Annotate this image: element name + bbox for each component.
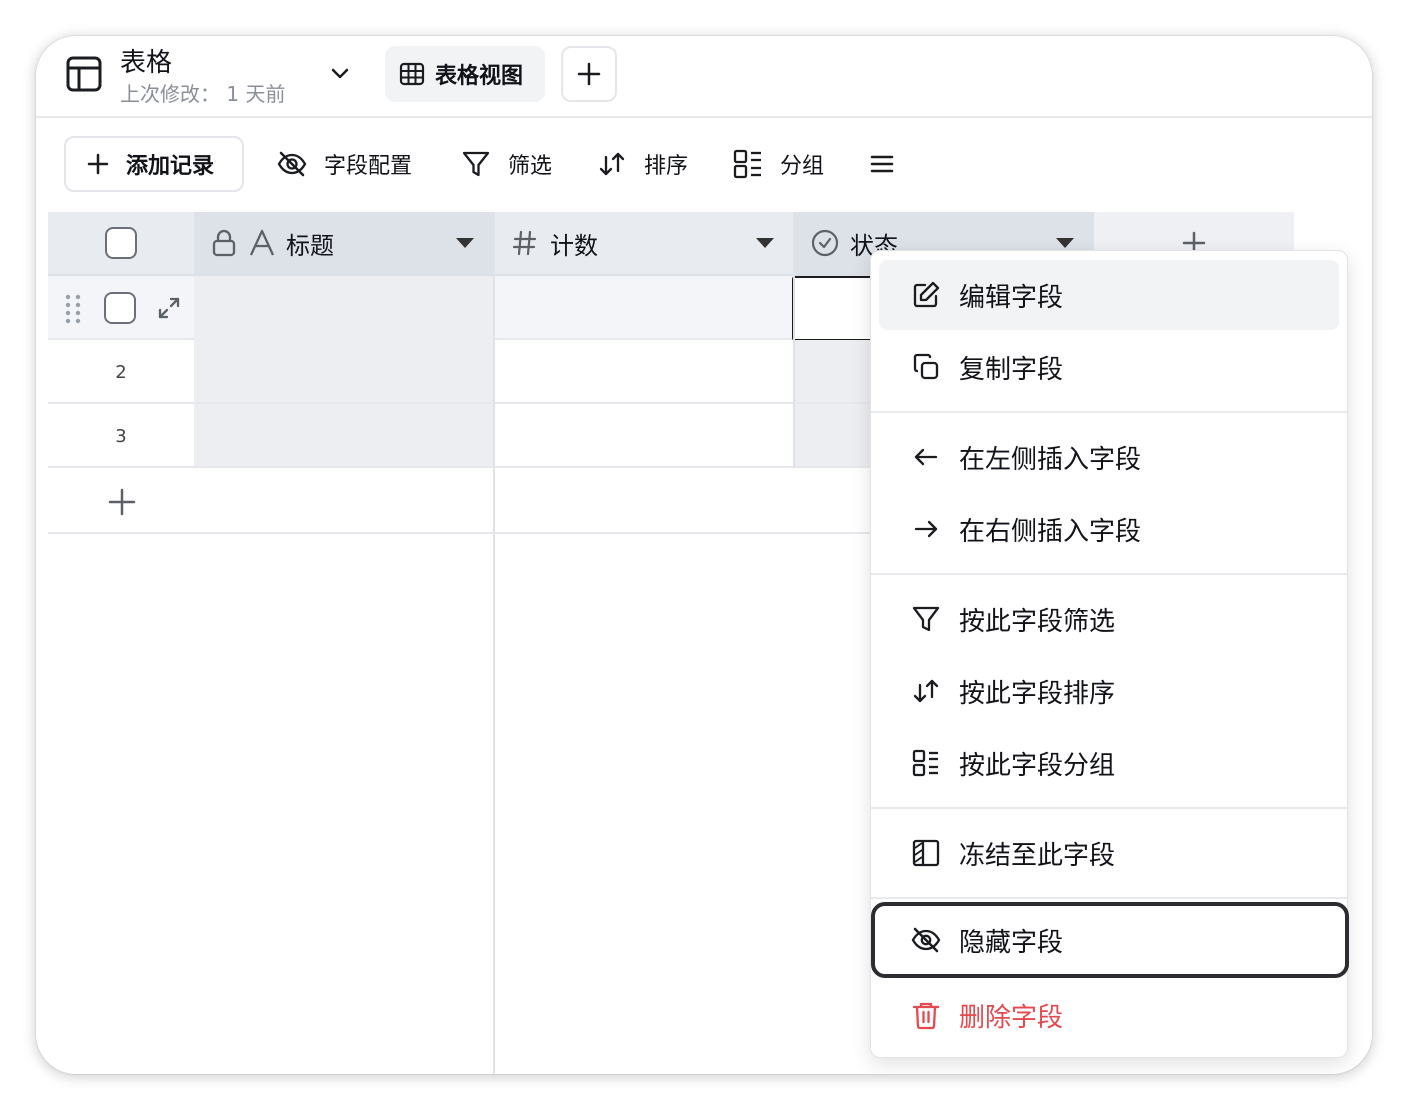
text-icon xyxy=(249,229,275,256)
filter-icon xyxy=(912,606,940,632)
menu-item-label: 隐藏字段 xyxy=(959,927,1064,958)
menu-separator xyxy=(871,807,1347,809)
last-modified: 上次修改： 1 天前 xyxy=(120,82,286,106)
caret-down-icon[interactable] xyxy=(756,238,774,248)
group-label: 分组 xyxy=(780,154,825,179)
eye-off-icon xyxy=(277,151,307,177)
sort-icon xyxy=(599,152,625,176)
column-divider xyxy=(493,212,495,1074)
add-record-button[interactable]: 添加记录 xyxy=(64,136,244,192)
field-context-menu: 编辑字段 复制字段 在左侧插入字段 在右侧插入字段 按此字段筛选 按此字段排序 … xyxy=(870,250,1349,1058)
field-config-label: 字段配置 xyxy=(324,154,413,179)
edit-icon xyxy=(913,281,940,308)
menu-item-label: 按此字段排序 xyxy=(959,678,1116,709)
menu-item-sort-by-field[interactable]: 按此字段排序 xyxy=(879,656,1339,726)
caret-down-icon[interactable] xyxy=(456,238,474,248)
check-circle-icon xyxy=(811,229,839,257)
menu-item-freeze-to-field[interactable]: 冻结至此字段 xyxy=(879,818,1339,888)
eye-off-icon xyxy=(911,927,941,953)
filter-icon xyxy=(462,151,490,177)
view-tab-label: 表格视图 xyxy=(435,64,524,89)
sort-label: 排序 xyxy=(644,154,689,179)
field-config-button[interactable]: 字段配置 xyxy=(276,136,412,192)
row-number: 3 xyxy=(115,426,127,447)
plus-icon[interactable] xyxy=(108,488,136,516)
group-icon xyxy=(733,149,761,179)
menu-item-label: 删除字段 xyxy=(959,1002,1064,1033)
more-menu-button[interactable] xyxy=(868,136,896,192)
menu-item-label: 按此字段分组 xyxy=(959,750,1116,781)
select-all-header xyxy=(48,212,194,276)
column-divider xyxy=(793,212,795,468)
menu-item-label: 复制字段 xyxy=(959,354,1064,385)
table-icon xyxy=(66,56,102,92)
plus-icon xyxy=(577,62,601,86)
menu-separator xyxy=(871,573,1347,575)
menu-item-label: 冻结至此字段 xyxy=(959,840,1116,871)
caret-down-icon[interactable] xyxy=(1056,238,1074,248)
sort-button[interactable]: 排序 xyxy=(596,136,688,192)
menu-item-delete-field[interactable]: 删除字段 xyxy=(879,980,1339,1050)
group-icon xyxy=(912,749,938,777)
trash-icon xyxy=(912,1002,940,1030)
menu-item-filter-by-field[interactable]: 按此字段筛选 xyxy=(879,584,1339,654)
column-label: 标题 xyxy=(286,231,334,260)
lock-icon xyxy=(212,229,236,257)
menu-icon xyxy=(870,155,894,173)
sort-icon xyxy=(913,679,939,703)
plus-icon xyxy=(87,153,109,175)
menu-item-label: 编辑字段 xyxy=(959,282,1064,313)
menu-item-duplicate-field[interactable]: 复制字段 xyxy=(879,332,1339,402)
menu-item-label: 在右侧插入字段 xyxy=(959,516,1142,547)
app-window: 表格 上次修改： 1 天前 表格视图 添加记录 字段配置 筛选 排序 分组 标题… xyxy=(36,36,1372,1074)
hash-icon xyxy=(512,230,537,256)
table-cell[interactable] xyxy=(194,404,494,466)
menu-item-label: 按此字段筛选 xyxy=(959,606,1116,637)
toolbar: 添加记录 字段配置 筛选 排序 分组 xyxy=(36,136,1372,192)
menu-item-group-by-field[interactable]: 按此字段分组 xyxy=(879,728,1339,798)
freeze-icon xyxy=(912,839,940,867)
expand-icon[interactable] xyxy=(154,293,184,323)
row-checkbox[interactable] xyxy=(104,292,136,324)
select-all-checkbox[interactable] xyxy=(105,227,137,259)
add-view-button[interactable] xyxy=(561,46,617,102)
filter-button[interactable]: 筛选 xyxy=(460,136,552,192)
column-label: 计数 xyxy=(550,231,598,260)
tab-grid-view[interactable]: 表格视图 xyxy=(385,46,545,102)
menu-item-insert-left[interactable]: 在左侧插入字段 xyxy=(879,422,1339,492)
table-title: 表格 xyxy=(120,48,173,78)
menu-separator xyxy=(871,411,1347,413)
menu-item-insert-right[interactable]: 在右侧插入字段 xyxy=(879,494,1339,564)
grid-icon xyxy=(399,62,425,86)
drag-handle-icon[interactable] xyxy=(62,292,84,326)
arrow-left-icon xyxy=(914,448,938,466)
table-cell[interactable] xyxy=(194,276,494,340)
menu-item-edit-field[interactable]: 编辑字段 xyxy=(879,260,1339,330)
menu-item-hide-field[interactable]: 隐藏字段 xyxy=(871,902,1349,978)
row-number: 2 xyxy=(115,362,127,383)
arrow-right-icon xyxy=(914,520,938,538)
group-button[interactable]: 分组 xyxy=(732,136,824,192)
filter-label: 筛选 xyxy=(508,154,553,179)
menu-item-label: 在左侧插入字段 xyxy=(959,444,1142,475)
top-bar: 表格 上次修改： 1 天前 表格视图 xyxy=(36,36,1372,118)
copy-icon xyxy=(913,353,939,380)
chevron-down-icon[interactable] xyxy=(328,62,352,86)
menu-separator xyxy=(871,897,1347,899)
column-header-title[interactable]: 标题 xyxy=(194,212,494,276)
column-header-count[interactable]: 计数 xyxy=(494,212,794,276)
add-record-label: 添加记录 xyxy=(126,154,215,179)
table-cell[interactable] xyxy=(194,340,494,402)
